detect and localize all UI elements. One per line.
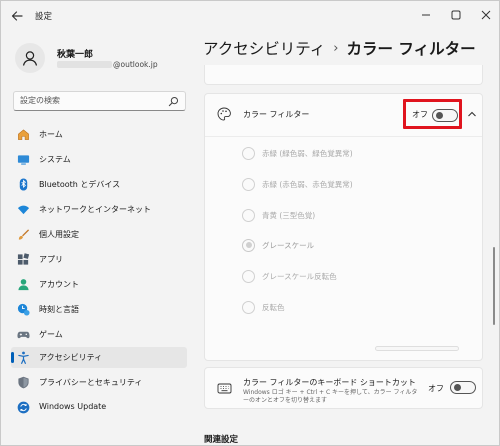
breadcrumb-parent[interactable]: アクセシビリティ [203,37,325,59]
windows-update-icon [17,401,30,414]
sidebar-item-windows-update[interactable]: Windows Update [11,397,187,418]
sidebar-item-time-language[interactable]: 時刻と言語 [11,299,187,320]
toggle-knob [453,384,461,391]
sidebar-item-bluetooth[interactable]: Bluetooth とデバイス [11,174,187,195]
radio-button[interactable] [242,269,255,283]
keyboard-icon [217,383,232,394]
sidebar-item-label: プライバシーとセキュリティ [39,378,143,387]
radio-label: 青黄 (三型色覚) [262,210,316,220]
radio-label: グレースケール反転色 [262,271,337,281]
apps-icon [17,253,30,265]
page-title: カラー フィルター [346,40,476,58]
network-icon [17,205,30,215]
breadcrumb: アクセシビリティ › カラー フィルター [203,37,476,59]
title-bar: 設定 [1,1,499,31]
sidebar-item-label: 時刻と言語 [39,305,79,314]
back-arrow-icon[interactable] [9,8,25,24]
radio-option[interactable]: グレースケール反転色 [242,269,337,283]
sidebar-item-home[interactable]: ホーム [11,124,187,145]
personalization-icon [18,229,30,240]
active-indicator [11,352,14,363]
user-email: @outlook.jp [57,60,158,69]
radio-label: グレースケール [262,240,315,250]
radio-option[interactable]: 青黄 (三型色覚) [242,208,315,222]
home-icon [18,129,29,140]
radio-label: 反転色 [262,302,285,312]
color-filter-card: カラー フィルター オフ 赤緑 (緑色弱、緑色覚異常) 赤緑 (赤色弱、赤色覚異… [204,93,483,361]
sidebar-item-label: アプリ [39,255,63,264]
divider [205,136,482,137]
sidebar-item-system[interactable]: システム [11,149,187,170]
previous-card [204,65,483,85]
sidebar-item-label: ホーム [39,130,63,139]
color-filter-toggle[interactable] [432,109,458,122]
sidebar-item-gaming[interactable]: ゲーム [11,324,187,345]
shortcut-title: カラー フィルターのキーボード ショートカット [243,378,416,387]
radio-button[interactable] [242,208,255,222]
app-title: 設定 [35,12,53,22]
maximize-icon[interactable] [441,1,471,29]
system-icon [17,155,30,165]
sidebar-item-label: 個人用設定 [39,230,79,239]
search-input[interactable]: 設定の検索 [20,95,60,106]
color-palette-icon [217,107,231,121]
shortcut-toggle-label: オフ [428,384,444,393]
gaming-icon [17,331,30,339]
sidebar-item-apps[interactable]: アプリ [11,249,187,270]
time-language-icon [17,303,30,316]
keyboard-shortcut-card: カラー フィルターのキーボード ショートカット Windows ロゴ キー + … [204,367,483,409]
radio-button[interactable] [242,177,255,191]
radio-button[interactable] [242,146,255,160]
accessibility-icon [18,351,29,364]
search-icon [168,96,179,107]
sidebar-item-label: ネットワークとインターネット [39,205,151,214]
sidebar-item-label: ゲーム [39,330,63,339]
settings-window: 設定 秋葉一郎 @outlook.jp 設定の検索 ホーム システム Bluet… [0,0,500,446]
account-icon [18,279,29,291]
sidebar-item-label: システム [39,155,71,164]
shortcut-description: Windows ロゴ キー + Ctrl + C キーを押して、カラー フィルタ… [243,389,418,404]
breadcrumb-separator: › [333,40,339,56]
sidebar-item-personalization[interactable]: 個人用設定 [11,224,187,245]
email-mask [57,61,112,68]
avatar[interactable] [15,43,45,73]
related-settings-heading: 関連設定 [204,435,239,445]
radio-option[interactable]: 赤緑 (緑色弱、緑色覚異常) [242,146,353,160]
search-box[interactable]: 設定の検索 [13,91,186,111]
color-filter-title: カラー フィルター [243,110,310,119]
sidebar-item-label: アカウント [39,280,79,289]
sidebar-item-privacy[interactable]: プライバシーとセキュリティ [11,372,187,393]
chevron-up-icon[interactable] [467,110,477,118]
shortcut-toggle[interactable] [450,381,476,394]
privacy-icon [18,376,29,389]
person-icon [22,51,38,66]
minimize-icon[interactable] [411,1,441,29]
toggle-knob [435,112,443,119]
sidebar-item-label: アクセシビリティ [39,353,103,362]
color-filter-toggle-label: オフ [412,110,428,119]
radio-option[interactable]: 赤緑 (赤色弱、赤色覚異常) [242,177,353,191]
sidebar-item-network[interactable]: ネットワークとインターネット [11,199,187,220]
radio-label: 赤緑 (赤色弱、赤色覚異常) [262,179,353,189]
radio-label: 赤緑 (緑色弱、緑色覚異常) [262,148,353,158]
radio-option[interactable]: 反転色 [242,300,285,314]
user-email-domain: @outlook.jp [113,60,158,69]
sidebar-item-label: Bluetooth とデバイス [39,180,121,189]
sidebar-item-label: Windows Update [39,402,107,411]
radio-button[interactable] [242,300,255,314]
radio-button-selected[interactable] [242,238,255,252]
bluetooth-icon [19,178,28,191]
sidebar-item-account[interactable]: アカウント [11,274,187,295]
user-name: 秋葉一郎 [57,50,94,60]
filter-intensity-slider[interactable] [375,346,459,351]
scrollbar[interactable] [493,247,495,325]
radio-option[interactable]: グレースケール [242,238,314,252]
sidebar-item-accessibility[interactable]: アクセシビリティ [11,347,187,368]
close-icon[interactable] [471,1,499,29]
